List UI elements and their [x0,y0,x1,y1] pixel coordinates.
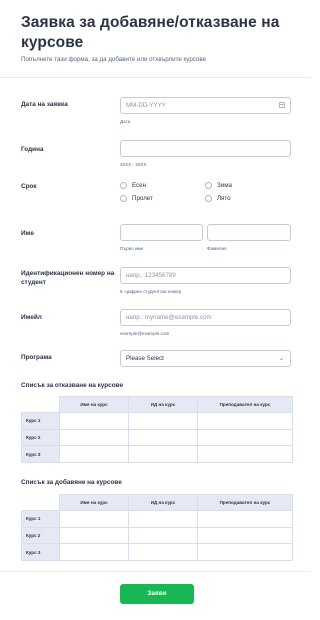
term-option-label: Лято [217,195,231,202]
table-cell[interactable] [128,526,198,545]
table-cell[interactable] [197,510,293,528]
program-selected: Please Select [126,355,164,362]
row-header: Курс 1 [21,412,60,430]
column-header: Преподавател на курс [197,396,293,413]
chevron-down-icon[interactable]: ⌄ [279,355,284,363]
radio-autumn[interactable] [120,182,127,189]
year-label: Година [21,146,44,153]
row-header: Курс 2 [21,428,60,447]
row-header: Курс 2 [21,526,60,545]
column-header: Име на курс [59,396,129,413]
year-sublabel: 20XX - 20XX [120,162,147,167]
column-header: ИД на курс [128,494,198,511]
submit-button[interactable]: Заяви [120,584,194,604]
footer-divider [0,571,310,572]
column-header: Преподавател на курс [197,494,293,511]
term-option-label: Есен [132,182,147,189]
table-cell[interactable] [128,412,198,430]
last-name-sublabel: Фамилия [207,246,227,251]
table-cell[interactable] [59,526,129,545]
student-id-label: Идентификационен номер на студент [21,270,115,286]
table-cell[interactable] [59,543,129,562]
year-input[interactable] [120,140,291,157]
email-label: Имейл [21,314,42,321]
name-label: Име [21,230,34,237]
form-header: Заявка за добавяне/отказване на курсове … [21,13,301,63]
table-cell[interactable] [197,412,293,430]
program-label: Програма [21,354,52,361]
program-select[interactable]: Please Select ⌄ [120,350,291,367]
column-header: Име на курс [59,494,129,511]
table-cell[interactable] [59,445,129,464]
table-cell[interactable] [128,428,198,447]
last-name-input[interactable] [207,224,291,241]
header-divider [0,77,310,78]
table-row: Курс 3 [21,445,293,464]
radio-winter[interactable] [205,182,212,189]
term-label: Срок [21,183,37,190]
drop-table-title: Списък за отказване на курсове [21,382,124,389]
date-sublabel: Дата [120,119,131,124]
table-cell[interactable] [197,428,293,447]
radio-summer[interactable] [205,195,212,202]
student-id-placeholder: напр.: 123456789 [126,272,176,279]
email-input[interactable]: напр.: myname@example.com [120,309,291,326]
table-cell[interactable] [128,543,198,562]
table-cell[interactable] [59,510,129,528]
table-cell[interactable] [128,445,198,464]
row-header: Курс 3 [21,543,60,562]
term-option-label: Зима [217,182,232,189]
row-header: Курс 1 [21,510,60,528]
drop-courses-table: Име на курс ИД на курс Преподавател на к… [21,396,293,464]
table-cell[interactable] [197,445,293,464]
date-placeholder: MM-DD-YYYY [126,102,166,109]
add-courses-table: Име на курс ИД на курс Преподавател на к… [21,494,293,562]
table-cell[interactable] [128,510,198,528]
first-name-input[interactable] [120,224,203,241]
email-placeholder: напр.: myname@example.com [126,314,212,321]
table-cell[interactable] [197,543,293,562]
date-input[interactable]: MM-DD-YYYY [120,97,291,114]
term-option-autumn[interactable]: Есен [120,182,146,189]
term-option-spring[interactable]: Пролет [120,195,153,202]
date-label: Дата на заявка [21,101,68,108]
radio-spring[interactable] [120,195,127,202]
calendar-icon[interactable] [279,102,285,108]
form-title: Заявка за добавяне/отказване на курсове [21,14,280,51]
table-cell[interactable] [59,412,129,430]
table-row: Курс 3 [21,543,293,562]
table-row: Курс 2 [21,526,293,545]
table-row: Курс 1 [21,510,293,528]
term-option-summer[interactable]: Лято [205,195,231,202]
table-cell[interactable] [59,428,129,447]
first-name-sublabel: Първо име [120,246,144,251]
table-row: Курс 1 [21,412,293,430]
table-row: Курс 2 [21,428,293,447]
table-cell[interactable] [197,526,293,545]
table-corner [21,494,60,511]
form-subtitle: Попълнете тази форма, за да добавите или… [21,56,207,63]
column-header: ИД на курс [128,396,198,413]
student-id-sublabel: 8 -цифрен студентски номер [120,289,182,294]
email-sublabel: example@example.com [120,331,170,336]
row-header: Курс 3 [21,445,60,464]
term-option-label: Пролет [132,195,153,202]
term-option-winter[interactable]: Зима [205,182,232,189]
student-id-input[interactable]: напр.: 123456789 [120,267,291,284]
table-corner [21,396,60,413]
add-table-title: Списък за добавяне на курсове [21,479,122,486]
